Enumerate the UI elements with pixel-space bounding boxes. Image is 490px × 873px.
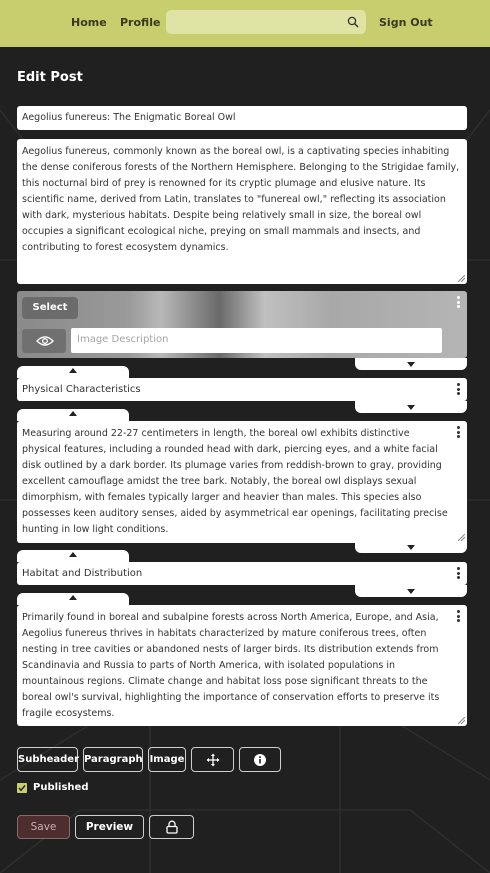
move-up-tab[interactable] xyxy=(17,593,129,605)
save-button[interactable]: Save xyxy=(17,815,70,839)
resize-grip-icon[interactable] xyxy=(458,534,465,541)
paragraph-block-intro[interactable]: Aegolius funereus, commonly known as the… xyxy=(17,139,467,284)
kebab-menu-icon[interactable] xyxy=(457,567,461,579)
add-image-button[interactable]: Image xyxy=(148,747,186,772)
image-description-input[interactable]: Image Description xyxy=(71,328,442,353)
chevron-up-icon xyxy=(69,411,77,416)
chevron-down-icon xyxy=(407,589,415,594)
search-icon[interactable] xyxy=(347,16,359,28)
add-subheader-button[interactable]: Subheader xyxy=(17,747,79,772)
subheader-text: Habitat and Distribution xyxy=(22,568,143,579)
page-title: Edit Post xyxy=(17,70,83,85)
paragraph-block-physical[interactable]: Measuring around 22-27 centimeters in le… xyxy=(17,421,467,543)
chevron-up-icon xyxy=(69,595,77,600)
navbar: Home Profile Sign Out xyxy=(0,0,490,47)
checkmark-icon xyxy=(18,785,26,792)
subheader-text: Physical Characteristics xyxy=(22,384,141,395)
chevron-up-icon xyxy=(69,552,77,557)
move-up-tab[interactable] xyxy=(17,409,129,421)
paragraph-block-habitat[interactable]: Primarily found in boreal and subalpine … xyxy=(17,605,467,726)
lock-button[interactable] xyxy=(149,815,194,839)
move-down-tab[interactable] xyxy=(355,401,467,413)
kebab-menu-icon[interactable] xyxy=(457,296,461,308)
move-up-tab[interactable] xyxy=(17,550,129,562)
image-block: Select Image Description xyxy=(17,291,467,358)
info-button[interactable] xyxy=(239,747,281,772)
eye-icon xyxy=(36,336,54,346)
post-title-text: Aegolius funereus: The Enigmatic Boreal … xyxy=(22,112,236,123)
move-icon xyxy=(206,753,219,766)
add-paragraph-button[interactable]: Paragraph xyxy=(83,747,143,772)
search-box xyxy=(166,10,366,34)
published-checkbox[interactable] xyxy=(17,783,27,793)
nav-home-link[interactable]: Home xyxy=(71,16,107,29)
chevron-down-icon xyxy=(407,545,415,550)
move-down-tab[interactable] xyxy=(355,585,467,597)
info-icon xyxy=(254,753,266,766)
kebab-menu-icon[interactable] xyxy=(457,383,461,395)
post-title-input[interactable]: Aegolius funereus: The Enigmatic Boreal … xyxy=(17,106,467,130)
lock-icon xyxy=(165,820,178,834)
paragraph-text: Primarily found in boreal and subalpine … xyxy=(22,612,440,719)
chevron-down-icon xyxy=(407,405,415,410)
move-down-tab[interactable] xyxy=(355,541,467,553)
move-down-tab[interactable] xyxy=(355,358,467,370)
toggle-visibility-button[interactable] xyxy=(22,329,66,353)
sign-out-link[interactable]: Sign Out xyxy=(379,16,433,29)
nav-profile-link[interactable]: Profile xyxy=(120,16,160,29)
preview-button[interactable]: Preview xyxy=(75,815,144,839)
select-image-button[interactable]: Select xyxy=(22,297,78,319)
chevron-up-icon xyxy=(69,368,77,373)
kebab-menu-icon[interactable] xyxy=(457,426,461,438)
resize-grip-icon[interactable] xyxy=(458,275,465,282)
subheader-block-habitat[interactable]: Habitat and Distribution xyxy=(17,562,467,585)
paragraph-text: Measuring around 22-27 centimeters in le… xyxy=(22,428,448,535)
paragraph-text: Aegolius funereus, commonly known as the… xyxy=(22,146,460,253)
chevron-down-icon xyxy=(407,362,415,367)
kebab-menu-icon[interactable] xyxy=(457,610,461,622)
subheader-block-physical[interactable]: Physical Characteristics xyxy=(17,378,467,401)
reorder-button[interactable] xyxy=(191,747,234,772)
published-label: Published xyxy=(33,782,89,793)
move-up-tab[interactable] xyxy=(17,366,129,378)
search-input[interactable] xyxy=(172,14,342,30)
resize-grip-icon[interactable] xyxy=(458,717,465,724)
